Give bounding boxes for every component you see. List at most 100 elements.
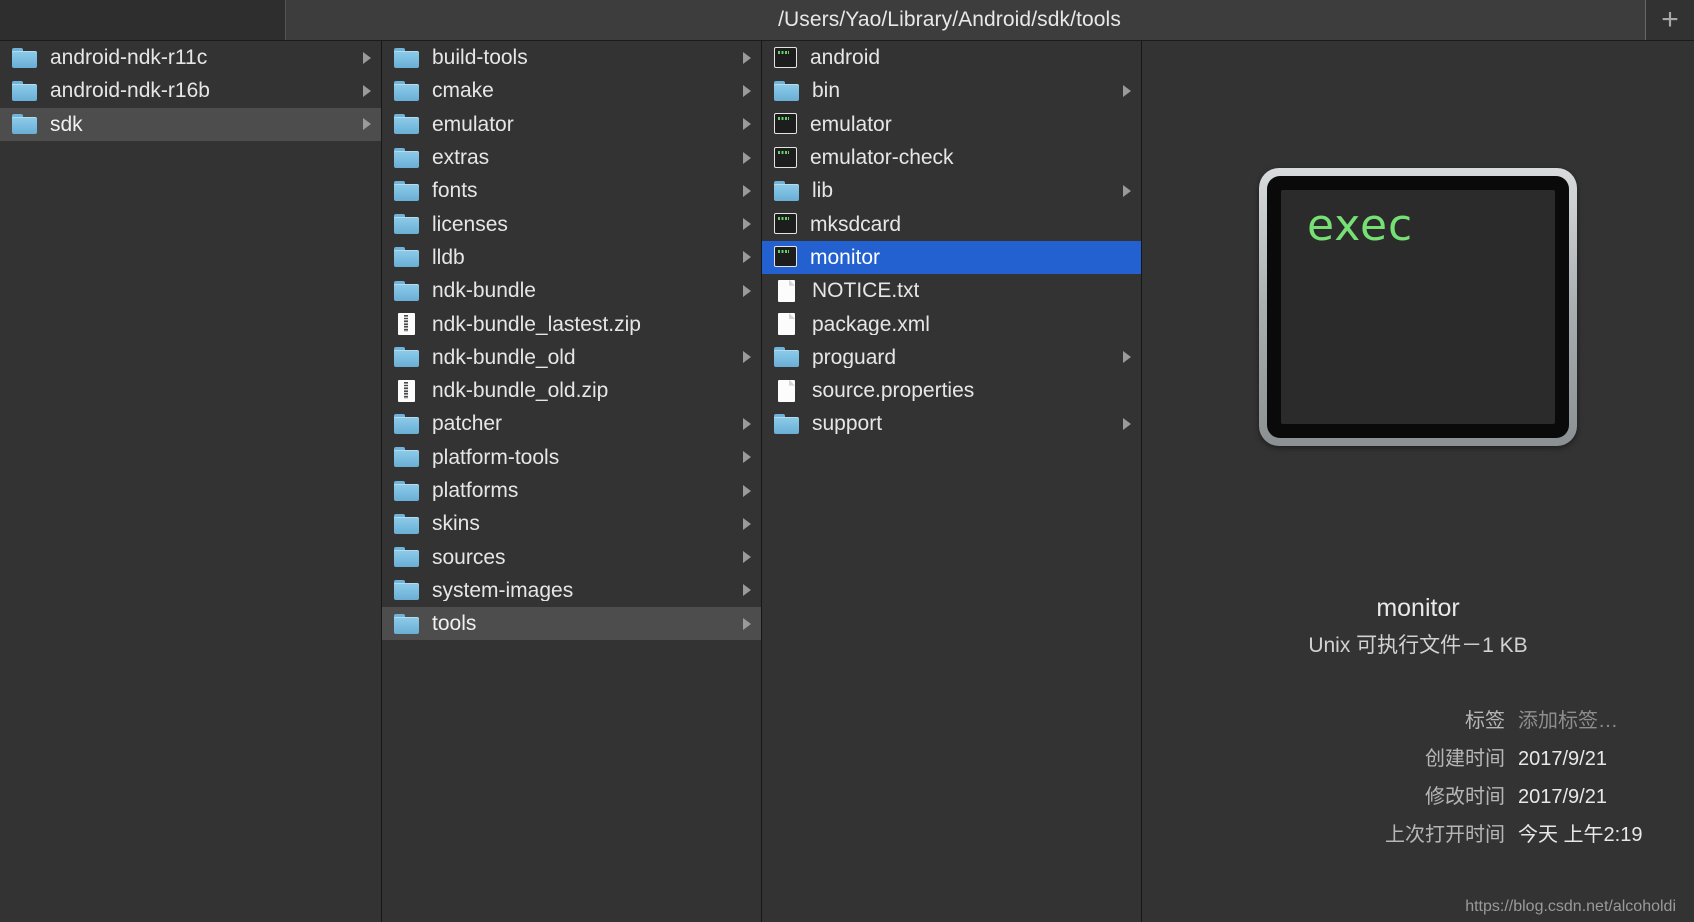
file-row-label: emulator xyxy=(810,113,892,135)
disclosure-arrow-icon[interactable] xyxy=(743,284,751,297)
file-row[interactable]: ndk-bundle_old.zip xyxy=(382,374,761,407)
file-row[interactable]: emulator xyxy=(382,108,761,141)
disclosure-arrow-icon[interactable] xyxy=(743,251,751,264)
file-row[interactable]: fonts xyxy=(382,174,761,207)
file-row[interactable]: proguard xyxy=(762,341,1141,374)
file-row[interactable]: bin xyxy=(762,74,1141,107)
file-row-label: tools xyxy=(432,613,477,635)
unix-executable-icon xyxy=(774,113,798,135)
disclosure-arrow-icon[interactable] xyxy=(743,151,751,164)
file-row-label: NOTICE.txt xyxy=(812,280,920,302)
disclosure-arrow-icon[interactable] xyxy=(743,84,751,97)
file-row-label: system-images xyxy=(432,579,574,601)
disclosure-arrow-icon[interactable] xyxy=(363,118,371,131)
disclosure-arrow-icon[interactable] xyxy=(743,118,751,131)
file-row[interactable]: platforms xyxy=(382,474,761,507)
disclosure-arrow-icon[interactable] xyxy=(743,617,751,630)
add-tab-button[interactable]: + xyxy=(1645,0,1694,40)
file-row[interactable]: source.properties xyxy=(762,374,1141,407)
finder-column-3[interactable]: android bin emulator emulator-check lib mksdc… xyxy=(762,41,1142,922)
file-row-label: ndk-bundle_old.zip xyxy=(432,380,609,402)
file-row[interactable]: lldb xyxy=(382,241,761,274)
exec-label: exec xyxy=(1307,200,1414,251)
file-row[interactable]: extras xyxy=(382,141,761,174)
file-row[interactable]: android xyxy=(762,41,1141,74)
preview-metadata-value: 今天 上午2:19 xyxy=(1518,823,1643,846)
folder-icon xyxy=(394,446,420,468)
file-row-label: ndk-bundle_old xyxy=(432,346,576,368)
disclosure-arrow-icon[interactable] xyxy=(363,51,371,64)
file-row[interactable]: NOTICE.txt xyxy=(762,274,1141,307)
file-row[interactable]: sources xyxy=(382,540,761,573)
disclosure-arrow-icon[interactable] xyxy=(1123,84,1131,97)
file-row[interactable]: tools xyxy=(382,607,761,641)
file-row-label: monitor xyxy=(810,246,881,268)
file-row[interactable]: licenses xyxy=(382,207,761,240)
file-row[interactable]: lib xyxy=(762,174,1141,207)
file-row-label: sdk xyxy=(50,113,83,135)
file-row[interactable]: support xyxy=(762,407,1141,440)
file-row[interactable]: system-images xyxy=(382,574,761,607)
disclosure-arrow-icon[interactable] xyxy=(1123,351,1131,364)
file-row[interactable]: mksdcard xyxy=(762,207,1141,240)
disclosure-arrow-icon[interactable] xyxy=(743,417,751,430)
preview-metadata-key: 修改时间 xyxy=(1425,785,1505,808)
preview-metadata-row: 创建时间 2017/9/21 xyxy=(1142,742,1686,771)
file-row[interactable]: package.xml xyxy=(762,307,1141,340)
file-row-label: build-tools xyxy=(432,47,528,69)
unix-executable-icon xyxy=(774,46,798,69)
finder-column-1[interactable]: android-ndk-r11c android-ndk-r16b sdk xyxy=(0,41,382,922)
finder-preview-pane: exec monitor Unix 可执行文件－1 KB 标签 添加标签… 创建时间… xyxy=(1142,41,1694,922)
file-row[interactable]: android-ndk-r16b xyxy=(0,74,381,107)
titlebar-title-area: /Users/Yao/Library/Android/sdk/tools xyxy=(286,0,1645,40)
file-row-label: sources xyxy=(432,546,506,568)
disclosure-arrow-icon[interactable] xyxy=(743,184,751,197)
unix-executable-icon xyxy=(774,246,798,268)
file-row-label: emulator xyxy=(432,113,514,135)
folder-icon xyxy=(774,346,800,368)
disclosure-arrow-icon[interactable] xyxy=(743,551,751,564)
disclosure-arrow-icon[interactable] xyxy=(743,51,751,64)
preview-metadata-row: 标签 添加标签… xyxy=(1142,704,1686,733)
folder-icon xyxy=(774,413,800,435)
file-row-label: skins xyxy=(432,513,480,535)
preview-metadata-value: 2017/9/21 xyxy=(1518,785,1607,808)
text-file-icon xyxy=(774,313,800,336)
finder-column-2[interactable]: build-tools cmake emulator extras fonts licen… xyxy=(382,41,762,922)
disclosure-arrow-icon[interactable] xyxy=(743,584,751,597)
folder-icon xyxy=(12,47,38,69)
folder-icon xyxy=(394,180,420,202)
unix-executable-icon xyxy=(774,146,798,169)
file-row[interactable]: sdk xyxy=(0,107,381,141)
file-row[interactable]: skins xyxy=(382,507,761,540)
file-row[interactable]: ndk-bundle_lastest.zip xyxy=(382,307,761,340)
preview-file-icon: exec xyxy=(1259,168,1577,446)
file-row-label: ndk-bundle_lastest.zip xyxy=(432,313,641,335)
file-row[interactable]: monitor xyxy=(762,240,1141,275)
file-row[interactable]: build-tools xyxy=(382,41,761,74)
file-row-label: emulator-check xyxy=(810,147,954,169)
file-row[interactable]: emulator-check xyxy=(762,141,1141,174)
file-row[interactable]: patcher xyxy=(382,407,761,440)
disclosure-arrow-icon[interactable] xyxy=(743,451,751,464)
file-row[interactable]: emulator xyxy=(762,108,1141,141)
disclosure-arrow-icon[interactable] xyxy=(743,351,751,364)
file-row[interactable]: android-ndk-r11c xyxy=(0,41,381,74)
folder-icon xyxy=(394,613,420,635)
file-row-label: ndk-bundle xyxy=(432,280,536,302)
preview-icon-inner: exec xyxy=(1281,190,1555,424)
file-row[interactable]: ndk-bundle_old xyxy=(382,341,761,374)
file-row[interactable]: cmake xyxy=(382,74,761,107)
zip-file-icon xyxy=(394,313,420,336)
disclosure-arrow-icon[interactable] xyxy=(1123,184,1131,197)
file-row[interactable]: platform-tools xyxy=(382,441,761,474)
disclosure-arrow-icon[interactable] xyxy=(1123,417,1131,430)
file-row[interactable]: ndk-bundle xyxy=(382,274,761,307)
file-row-label: android-ndk-r16b xyxy=(50,80,210,102)
file-row-label: lib xyxy=(812,180,834,202)
disclosure-arrow-icon[interactable] xyxy=(743,484,751,497)
disclosure-arrow-icon[interactable] xyxy=(363,84,371,97)
add-tags-field[interactable]: 添加标签… xyxy=(1518,704,1686,733)
disclosure-arrow-icon[interactable] xyxy=(743,218,751,231)
disclosure-arrow-icon[interactable] xyxy=(743,517,751,530)
